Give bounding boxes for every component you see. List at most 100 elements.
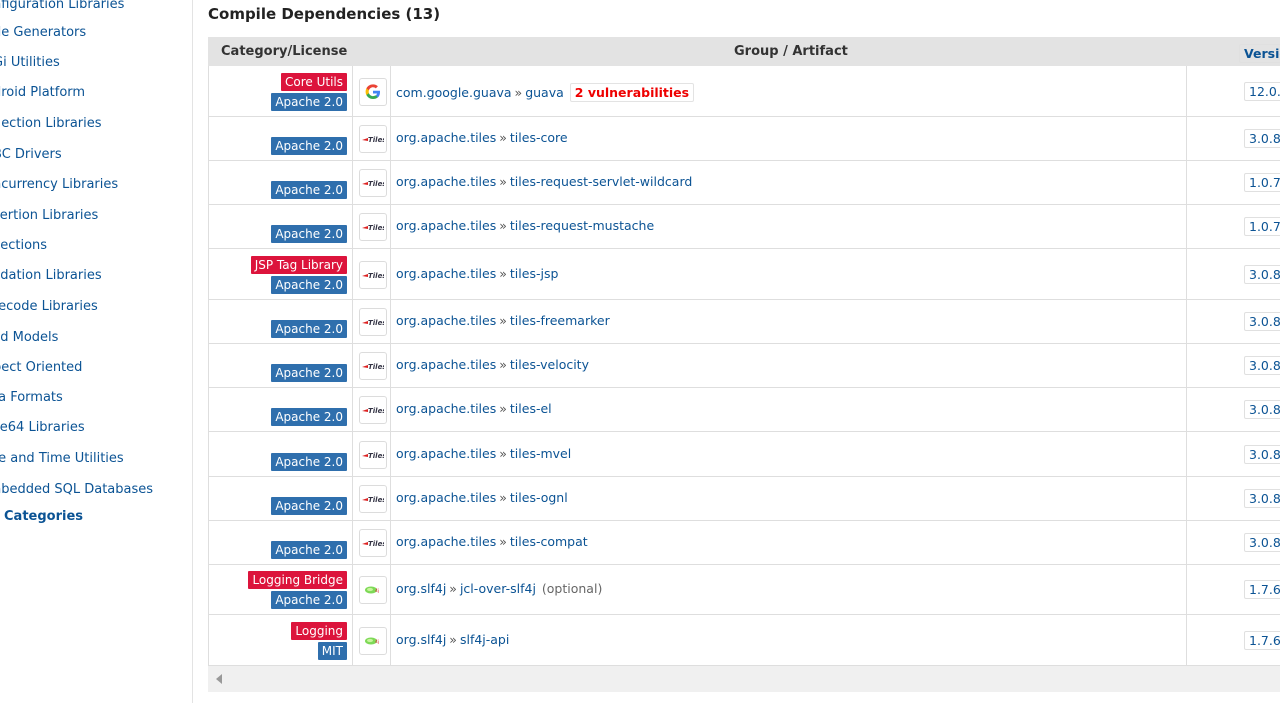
license-badge[interactable]: Apache 2.0	[271, 225, 347, 243]
group-link[interactable]: org.apache.tiles	[396, 266, 496, 281]
sidebar-category-link[interactable]: Gi Utilities	[0, 55, 60, 70]
artifact-link[interactable]: tiles-ognl	[510, 490, 568, 505]
artifact-link[interactable]: tiles-velocity	[510, 357, 589, 372]
license-badge[interactable]: Apache 2.0	[271, 591, 347, 609]
group-link[interactable]: org.apache.tiles	[396, 174, 496, 189]
license-badge[interactable]: Apache 2.0	[271, 497, 347, 515]
sidebar-category-link[interactable]: pect Oriented	[0, 360, 82, 375]
group-link[interactable]: org.apache.tiles	[396, 401, 496, 416]
sidebar-category-link[interactable]: flection Libraries	[0, 116, 102, 131]
group-link[interactable]: org.slf4j	[396, 581, 446, 596]
license-badge[interactable]: Apache 2.0	[271, 181, 347, 199]
version-link[interactable]: 1.0.7	[1244, 217, 1280, 236]
group-link[interactable]: org.slf4j	[396, 632, 446, 647]
license-badge[interactable]: Apache 2.0	[271, 453, 347, 471]
version-link[interactable]: 1.0.7	[1244, 173, 1280, 192]
license-badge[interactable]: MIT	[317, 642, 347, 660]
logo-cell: Tiles	[354, 205, 391, 248]
license-badge[interactable]: Apache 2.0	[271, 276, 347, 294]
sidebar-category-link[interactable]: sertion Libraries	[0, 208, 98, 223]
license-badge[interactable]: Apache 2.0	[271, 408, 347, 426]
table-row: Apache 2.0 Tiles org.apache.tiles»tiles-ve…	[208, 344, 1280, 388]
group-link[interactable]: org.apache.tiles	[396, 357, 496, 372]
group-artifact-line: org.apache.tiles» tiles-request-mustache	[396, 218, 654, 233]
group-artifact-line: org.apache.tiles» tiles-request-servlet-w…	[396, 174, 692, 189]
group-link[interactable]: org.apache.tiles	[396, 534, 496, 549]
sidebar-category-link[interactable]: nfiguration Libraries	[0, 0, 124, 12]
version-link[interactable]: 3.0.8	[1244, 533, 1280, 552]
logo-cell: Tiles	[354, 477, 391, 520]
table-row: Apache 2.0 Tiles org.apache.tiles»tiles-mv…	[208, 432, 1280, 477]
sidebar-category-link[interactable]: llections	[0, 238, 47, 253]
group-link[interactable]: org.apache.tiles	[396, 490, 496, 505]
license-badge[interactable]: Apache 2.0	[271, 541, 347, 559]
group-artifact-line: org.apache.tiles» tiles-velocity	[396, 357, 589, 372]
group-artifact-cell: org.apache.tiles» tiles-mvel	[392, 432, 1187, 476]
sidebar-category-link[interactable]: de Generators	[0, 25, 86, 40]
sidebar-category-link[interactable]: lidation Libraries	[0, 268, 102, 283]
version-cell: 3.0.8	[1186, 521, 1280, 564]
table-row: Apache 2.0 Tiles org.apache.tiles»tiles-co…	[208, 117, 1280, 161]
sidebar-category-link[interactable]: droid Platform	[0, 85, 85, 100]
group-link[interactable]: org.apache.tiles	[396, 130, 496, 145]
artifact-link[interactable]: slf4j-api	[460, 632, 509, 647]
vulnerabilities-badge[interactable]: 2 vulnerabilities	[569, 83, 695, 102]
category-license-cell: Core Utils Apache 2.0	[209, 66, 353, 116]
version-link[interactable]: 3.0.8	[1244, 265, 1280, 284]
category-badge[interactable]: JSP Tag Library	[250, 256, 347, 274]
sidebar-category-link[interactable]: nbedded SQL Databases	[0, 482, 153, 497]
svg-text:Tiles: Tiles	[368, 272, 384, 280]
group-link[interactable]: org.apache.tiles	[396, 313, 496, 328]
version-link[interactable]: 1.7.6	[1244, 631, 1280, 650]
sidebar-category-link[interactable]: tecode Libraries	[0, 299, 98, 314]
sidebar-category-link[interactable]: ncurrency Libraries	[0, 177, 118, 192]
category-license-cell: Apache 2.0	[209, 388, 353, 431]
version-link[interactable]: 3.0.8	[1244, 400, 1280, 419]
artifact-link[interactable]: guava	[525, 85, 564, 100]
artifact-link[interactable]: tiles-jsp	[510, 266, 558, 281]
version-link[interactable]: 3.0.8	[1244, 356, 1280, 375]
category-badge[interactable]: Core Utils	[281, 73, 347, 91]
group-artifact-cell: com.google.guava» guava 2 vulnerabilities	[392, 66, 1187, 116]
sidebar-category-link[interactable]: ta Formats	[0, 390, 63, 405]
logo-cell: Tiles	[354, 432, 391, 476]
version-link[interactable]: 3.0.8	[1244, 129, 1280, 148]
group-link[interactable]: com.google.guava	[396, 85, 512, 100]
artifact-link[interactable]: tiles-core	[510, 130, 568, 145]
separator: »	[499, 490, 507, 505]
version-link[interactable]: 3.0.8	[1244, 445, 1280, 464]
logo-cell: 4j	[354, 565, 391, 614]
group-artifact-cell: org.apache.tiles» tiles-request-mustache	[392, 205, 1187, 248]
artifact-link[interactable]: tiles-mvel	[510, 446, 571, 461]
license-badge[interactable]: Apache 2.0	[271, 364, 347, 382]
license-badge[interactable]: Apache 2.0	[271, 137, 347, 155]
sidebar-category-link[interactable]: BC Drivers	[0, 147, 62, 162]
separator: »	[499, 130, 507, 145]
version-cell: 3.0.8	[1186, 117, 1280, 160]
sidebar-category-link[interactable]: te and Time Utilities	[0, 451, 124, 466]
artifact-link[interactable]: tiles-freemarker	[510, 313, 610, 328]
svg-text:Tiles: Tiles	[368, 363, 384, 371]
artifact-link[interactable]: tiles-request-servlet-wildcard	[510, 174, 692, 189]
version-link[interactable]: 3.0.8	[1244, 489, 1280, 508]
horizontal-scrollbar[interactable]	[208, 666, 1280, 692]
version-link[interactable]: 12.0.1	[1244, 82, 1280, 101]
sidebar-category-link[interactable]: ild Models	[0, 330, 58, 345]
license-badge[interactable]: Apache 2.0	[271, 93, 347, 111]
category-badge[interactable]: Logging Bridge	[248, 571, 347, 589]
category-license-cell: JSP Tag Library Apache 2.0	[209, 249, 353, 299]
version-link[interactable]: 3.0.8	[1244, 312, 1280, 331]
artifact-link[interactable]: jcl-over-slf4j	[460, 581, 536, 596]
license-badge[interactable]: Apache 2.0	[271, 320, 347, 338]
artifact-link[interactable]: tiles-compat	[510, 534, 588, 549]
version-link[interactable]: 1.7.6	[1244, 580, 1280, 599]
category-badge[interactable]: Logging	[291, 622, 347, 640]
all-categories-link[interactable]: Categories	[4, 509, 83, 524]
artifact-link[interactable]: tiles-el	[510, 401, 552, 416]
scroll-left-icon[interactable]	[216, 674, 222, 684]
group-link[interactable]: org.apache.tiles	[396, 218, 496, 233]
artifact-link[interactable]: tiles-request-mustache	[510, 218, 654, 233]
version-cell: 3.0.8	[1186, 344, 1280, 387]
sidebar-category-link[interactable]: se64 Libraries	[0, 420, 85, 435]
group-link[interactable]: org.apache.tiles	[396, 446, 496, 461]
